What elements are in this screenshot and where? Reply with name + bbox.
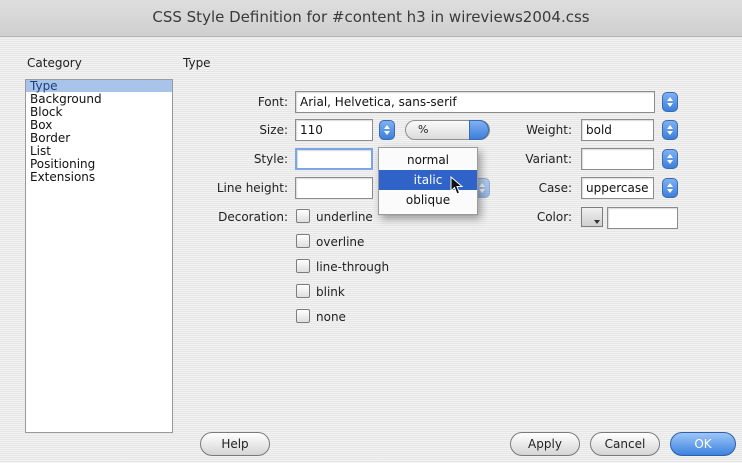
decoration-label: Decoration: [218,210,288,224]
category-heading: Category [27,56,82,70]
size-field[interactable]: 110 [295,119,373,141]
underline-checkbox[interactable] [296,209,310,223]
variant-label: Variant: [525,152,572,166]
weight-field[interactable]: bold [581,119,654,141]
mouse-pointer-icon [450,176,464,195]
style-label: Style: [253,152,288,166]
underline-label: underline [316,210,373,224]
weight-label: Weight: [526,123,572,137]
category-item-block[interactable]: Block [26,106,172,118]
panel-title: Type [183,56,211,70]
none-checkbox[interactable] [296,309,310,323]
color-label: Color: [536,210,572,224]
category-item-list[interactable]: List [26,145,172,157]
apply-button[interactable]: Apply [510,432,580,456]
blink-label: blink [316,285,345,299]
style-option-normal[interactable]: normal [379,150,477,170]
size-label: Size: [259,123,288,137]
font-label: Font: [257,95,288,109]
case-label: Case: [538,181,572,195]
category-item-box[interactable]: Box [26,119,172,131]
category-list[interactable]: Type Background Block Box Border List Po… [25,79,173,433]
window-title: CSS Style Definition for #content h3 in … [152,8,590,26]
case-dropdown-button[interactable] [662,178,678,198]
line-through-label: line-through [316,260,390,274]
variant-dropdown-button[interactable] [662,149,678,169]
category-item-border[interactable]: Border [26,132,172,144]
line-through-checkbox[interactable] [296,259,310,273]
color-field[interactable] [607,207,678,229]
swatch-arrow-icon [594,220,600,224]
case-field[interactable]: uppercase [581,177,654,199]
title-bar: CSS Style Definition for #content h3 in … [0,0,742,37]
category-item-type[interactable]: Type [26,80,172,92]
color-swatch-button[interactable] [581,207,603,227]
overline-label: overline [316,235,365,249]
size-dropdown-button[interactable] [379,120,395,140]
style-field[interactable] [295,148,373,170]
size-unit-popup[interactable]: % [405,120,490,140]
blink-checkbox[interactable] [296,284,310,298]
font-field[interactable]: Arial, Helvetica, sans-serif [295,91,655,113]
none-label: none [316,310,346,324]
category-item-extensions[interactable]: Extensions [26,171,172,183]
cancel-button[interactable]: Cancel [590,432,660,456]
size-unit-value: % [418,123,429,136]
font-dropdown-button[interactable] [662,92,678,112]
overline-checkbox[interactable] [296,234,310,248]
size-unit-arrows-icon [469,120,489,140]
variant-field[interactable] [581,148,654,170]
weight-dropdown-button[interactable] [662,120,678,140]
category-item-positioning[interactable]: Positioning [26,158,172,170]
line-height-field[interactable] [295,177,373,199]
help-button[interactable]: Help [200,432,270,456]
category-item-background[interactable]: Background [26,93,172,105]
ok-button[interactable]: OK [670,432,736,456]
line-height-label: Line height: [216,181,288,195]
